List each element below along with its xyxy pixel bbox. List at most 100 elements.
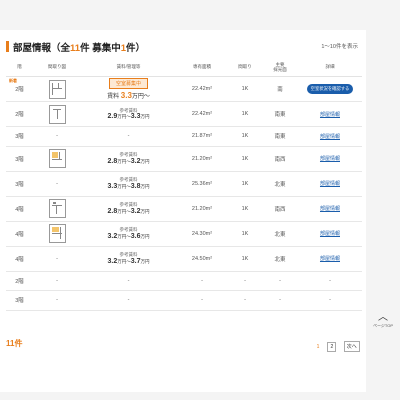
rent-cell: - (81, 126, 176, 147)
floorplan-cell (33, 221, 81, 247)
room-info-link[interactable]: 部屋情報 (320, 256, 340, 262)
light-cell: 南東 (262, 126, 298, 147)
floorplan-cell: - (33, 290, 81, 311)
rent-cell: 空室募集中 賃料 3.3万円～ (81, 76, 176, 102)
new-badge: 新着 (9, 78, 17, 83)
area-cell: 22.42m² (176, 76, 228, 102)
light-cell: 南 (262, 76, 298, 102)
detail-cell: 部屋情報 (298, 196, 362, 222)
detail-cell: 部屋情報 (298, 246, 362, 272)
detail-cell: 部屋情報 (298, 221, 362, 247)
floor-cell: 2階 (6, 101, 33, 127)
layout-cell: 1K (228, 146, 262, 172)
layout-cell: - (228, 271, 262, 291)
area-cell: 24.30m² (176, 221, 228, 247)
page-top-button[interactable]: ︿ ページTOP (370, 313, 396, 337)
floor-cell: 4階 (6, 221, 33, 247)
table-row: 3階 参考賃料 2.8万円～3.2万円 21.20m² 1K 南西 部屋情報 (6, 146, 362, 172)
check-vacancy-button[interactable]: 空室状況を確認する (306, 84, 354, 94)
floorplan-thumbnail[interactable] (48, 149, 66, 168)
rent-value: 賃料 3.3万円～ (107, 91, 150, 100)
rent-cell: 参考賃料 3.3万円～3.8万円 (81, 171, 176, 197)
rent-range: 3.3万円～3.8万円 (107, 182, 150, 190)
col-layout: 間取り (228, 58, 262, 77)
floorplan-cell (33, 146, 81, 172)
room-table: 階 間取り図 賃料/管理等 専有面積 間取り 主要 採光面 詳細 新着 2階 空… (6, 58, 362, 311)
layout-cell: 1K (228, 101, 262, 127)
light-cell: - (262, 290, 298, 311)
table-header-row: 階 間取り図 賃料/管理等 専有面積 間取り 主要 採光面 詳細 (6, 58, 362, 77)
floorplan-cell (33, 196, 81, 222)
col-floorplan: 間取り図 (33, 58, 81, 77)
floorplan-thumbnail[interactable] (48, 79, 66, 99)
rent-cell: - (81, 271, 176, 291)
floorplan-thumbnail[interactable] (48, 224, 66, 243)
light-cell: 北東 (262, 171, 298, 197)
display-range: 1～10件を表示 (321, 44, 358, 50)
layout-cell: 1K (228, 196, 262, 222)
room-info-link[interactable]: 部屋情報 (320, 181, 340, 187)
rent-cell: - (81, 290, 176, 311)
rent-cell: 参考賃料 2.8万円～3.2万円 (81, 146, 176, 172)
area-cell: 21.20m² (176, 146, 228, 172)
side-strip (366, 0, 400, 400)
room-info-link[interactable]: 部屋情報 (320, 206, 340, 212)
page-top-label: ページTOP (372, 323, 394, 328)
title-mid: 件 募集中 (80, 43, 121, 54)
area-cell: 22.42m² (176, 101, 228, 127)
room-info-link[interactable]: 部屋情報 (320, 156, 340, 162)
page-2[interactable]: 2 (327, 341, 337, 352)
layout-cell: 1K (228, 221, 262, 247)
next-page-button[interactable]: 次へ (343, 341, 360, 353)
floorplan-thumbnail[interactable] (48, 199, 66, 218)
room-info-link[interactable]: 部屋情報 (320, 112, 340, 118)
detail-cell: 部屋情報 (298, 101, 362, 127)
detail-cell: - (298, 290, 362, 311)
area-cell: 25.36m² (176, 171, 228, 197)
page-1[interactable]: 1 (316, 344, 320, 350)
light-cell: 南西 (262, 196, 298, 222)
floorplan-cell: - (33, 246, 81, 272)
table-row: 2階 参考賃料 2.9万円～3.3万円 22.42m² 1K 南東 部屋情報 (6, 101, 362, 127)
floor-cell: 3階 (6, 290, 33, 311)
floorplan-thumbnail[interactable] (48, 104, 66, 124)
area-cell: 24.50m² (176, 246, 228, 272)
rent-range: 2.8万円～3.2万円 (107, 207, 150, 215)
total-count: 11 (70, 43, 81, 54)
detail-cell: 部屋情報 (298, 171, 362, 197)
light-cell: 南東 (262, 101, 298, 127)
chevron-up-icon: ︿ (378, 312, 388, 323)
detail-cell: 部屋情報 (298, 126, 362, 147)
floor-cell: 新着 2階 (6, 76, 33, 102)
floor-cell: 3階 (6, 146, 33, 172)
room-info-link[interactable]: 部屋情報 (320, 231, 340, 237)
vacancy-status-badge: 空室募集中 (108, 78, 148, 89)
title-suffix: 件） (126, 43, 146, 54)
col-rent: 賃料/管理等 (81, 58, 176, 77)
title-accent-bar (6, 41, 9, 52)
page-title: 部屋情報（全11件 募集中1件） (13, 40, 145, 54)
table-row: 4階 - 参考賃料 3.2万円～3.7万円 24.50m² 1K 北東 部屋情報 (6, 246, 362, 272)
area-cell: 21.20m² (176, 196, 228, 222)
detail-cell: 部屋情報 (298, 146, 362, 172)
floorplan-cell: - (33, 126, 81, 147)
table-row: 3階 - - 21.87m² 1K 南東 部屋情報 (6, 126, 362, 147)
col-detail: 詳細 (298, 58, 362, 77)
floorplan-cell: - (33, 171, 81, 197)
room-info-link[interactable]: 部屋情報 (320, 134, 340, 140)
table-row: 新着 2階 空室募集中 賃料 3.3万円～ 22.42m² 1K 南 空室状況を… (6, 76, 362, 102)
floor-cell: 4階 (6, 246, 33, 272)
layout-cell: - (228, 290, 262, 311)
area-cell: - (176, 271, 228, 291)
col-floor: 階 (6, 58, 33, 77)
floorplan-cell (33, 76, 81, 102)
layout-cell: 1K (228, 171, 262, 197)
area-cell: 21.87m² (176, 126, 228, 147)
detail-cell: - (298, 271, 362, 291)
table-row: 3階 - 参考賃料 3.3万円～3.8万円 25.36m² 1K 北東 部屋情報 (6, 171, 362, 197)
col-area: 専有面積 (176, 58, 228, 77)
light-cell: 北東 (262, 246, 298, 272)
detail-cell: 空室状況を確認する (298, 76, 362, 102)
floor-cell: 3階 (6, 171, 33, 197)
rent-range: 3.2万円～3.7万円 (107, 257, 150, 265)
